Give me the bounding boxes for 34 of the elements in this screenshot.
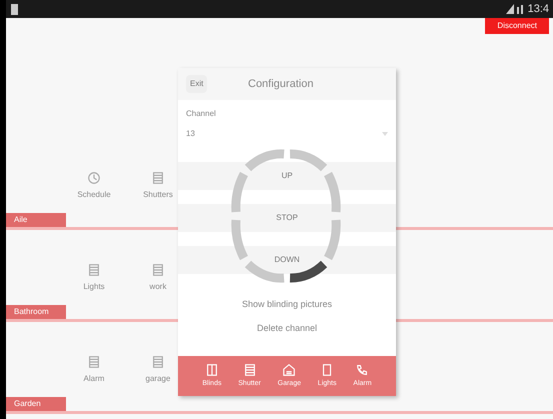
device-tile[interactable]: Schedule: [74, 171, 114, 201]
channel-label: Channel: [185, 108, 217, 120]
channel-select[interactable]: 13: [178, 120, 396, 148]
blind-icon: [87, 263, 101, 277]
section-label: Bathroom: [6, 305, 66, 319]
blind-icon: [87, 355, 101, 369]
window-icon: [204, 362, 219, 377]
dialog-link[interactable]: Delete channel: [256, 322, 318, 335]
device-tile[interactable]: Lights: [74, 263, 114, 293]
dropdown-icon: [382, 132, 388, 136]
phone-icon: [355, 362, 370, 377]
command-button[interactable]: STOP: [178, 204, 396, 232]
device-tile[interactable]: work: [138, 263, 178, 293]
blind-icon: [151, 355, 165, 369]
garage-icon: [282, 362, 296, 377]
loading-spinner-icon: [230, 148, 342, 284]
status-time: 13:4: [528, 2, 549, 17]
blind-icon: [151, 171, 165, 185]
section-label: Aile: [6, 213, 66, 227]
device-tile[interactable]: garage: [138, 355, 178, 385]
blind-icon: [151, 263, 165, 277]
command-button[interactable]: UP: [178, 162, 396, 190]
sd-card-icon: [10, 4, 19, 14]
section-label: Garden: [6, 397, 66, 411]
command-button[interactable]: DOWN: [178, 246, 396, 274]
signal-icon: [506, 4, 524, 14]
disconnect-button[interactable]: Disconnect: [485, 18, 549, 34]
device-tile[interactable]: Alarm: [74, 355, 114, 385]
blind-icon: [242, 362, 257, 377]
dialog-title: Configuration: [248, 76, 314, 92]
device-tile[interactable]: Shutters: [138, 171, 178, 201]
clock-icon: [87, 171, 101, 185]
exit-button[interactable]: Exit: [186, 75, 208, 93]
dialog-link[interactable]: Show blinding pictures: [242, 298, 332, 312]
